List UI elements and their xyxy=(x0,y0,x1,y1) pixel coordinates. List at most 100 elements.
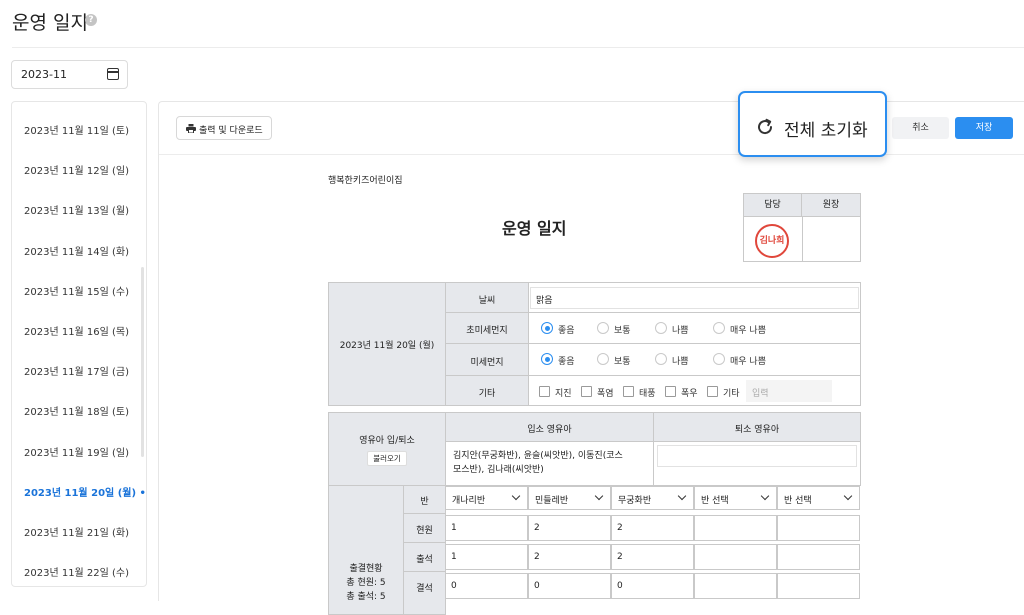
etc-checkbox[interactable] xyxy=(665,386,676,397)
class-select[interactable]: 민들레반 xyxy=(528,486,611,510)
absent-count-input[interactable]: 0 xyxy=(445,573,528,599)
fine-dust-cell: 좋음 보통 나쁨 매우 나쁨 xyxy=(528,343,861,376)
date-list-item[interactable]: 2023년 11월 11일 (토) xyxy=(24,122,129,137)
date-list-item[interactable]: 2023년 11월 15일 (수) xyxy=(24,283,129,298)
date-list-item[interactable]: 2023년 11월 17일 (금) xyxy=(24,363,129,378)
etc-checkbox[interactable] xyxy=(581,386,592,397)
fine-dust-option-label: 좋음 xyxy=(558,357,575,367)
out-children-input[interactable] xyxy=(657,445,857,467)
absent-count-input[interactable]: 0 xyxy=(611,573,694,599)
class-select[interactable]: 무궁화반 xyxy=(611,486,694,510)
class-select[interactable]: 개나리반 xyxy=(445,486,528,510)
save-button[interactable]: 저장 xyxy=(955,117,1013,139)
print-download-label: 출력 및 다운로드 xyxy=(199,126,263,136)
current-count-input[interactable]: 1 xyxy=(445,515,528,541)
ultra-fine-dust-radio[interactable] xyxy=(541,322,553,334)
etc-option-label: 폭염 xyxy=(597,389,614,399)
help-icon[interactable]: ? xyxy=(85,14,97,26)
attend-count-input[interactable]: 2 xyxy=(528,544,611,570)
date-list-item[interactable]: 2023년 11월 20일 (월) • xyxy=(24,484,146,499)
absent-count-input[interactable] xyxy=(694,573,777,599)
absent-count-input[interactable]: 0 xyxy=(528,573,611,599)
fine-dust-header: 미세먼지 xyxy=(445,343,529,376)
class-select-value: 민들레반 xyxy=(535,496,569,506)
printer-icon xyxy=(186,124,196,133)
etc-header: 기타 xyxy=(445,375,529,406)
attend-count-input[interactable]: 2 xyxy=(611,544,694,570)
ultra-fine-dust-option-label: 보통 xyxy=(614,326,631,336)
ultra-fine-dust-header: 초미세먼지 xyxy=(445,312,529,344)
scrollbar[interactable] xyxy=(141,267,144,457)
fine-dust-radio[interactable] xyxy=(541,353,553,365)
current-count-input[interactable]: 2 xyxy=(611,515,694,541)
date-list-item[interactable]: 2023년 11월 12일 (일) xyxy=(24,162,129,177)
attend-count-input[interactable] xyxy=(694,544,777,570)
date-list-item[interactable]: 2023년 11월 18일 (토) xyxy=(24,403,129,418)
weather-input[interactable]: 맑음 xyxy=(530,287,859,309)
calendar-icon[interactable] xyxy=(107,68,119,80)
class-select-value: 무궁화반 xyxy=(618,496,652,506)
approval-col-director: 원장 xyxy=(802,194,860,217)
load-button[interactable]: 불러오기 xyxy=(367,451,407,466)
etc-cell: 지진 폭염 태풍 폭우 기타 입력 xyxy=(528,375,861,406)
date-list-item[interactable]: 2023년 11월 19일 (일) xyxy=(24,444,129,459)
absent-count-value: 0 xyxy=(617,581,623,591)
class-select[interactable]: 반 선택 xyxy=(777,486,860,510)
attend-row-header: 출석 xyxy=(403,542,446,572)
month-picker[interactable]: 2023-11 xyxy=(11,60,128,89)
ultra-fine-dust-cell: 좋음 보통 나쁨 매우 나쁨 xyxy=(528,312,861,344)
cancel-button[interactable]: 취소 xyxy=(892,117,949,139)
inout-cell: 영유아 입/퇴소 불러오기 xyxy=(328,412,446,486)
ultra-fine-dust-radio[interactable] xyxy=(713,322,725,334)
etc-input[interactable]: 입력 xyxy=(746,380,832,402)
current-count-input[interactable]: 2 xyxy=(528,515,611,541)
approval-table: 담당 원장 김나희 xyxy=(743,193,861,262)
date-list-item[interactable]: 2023년 11월 14일 (화) xyxy=(24,243,129,258)
date-list-item[interactable]: 2023년 11월 16일 (목) xyxy=(24,323,129,338)
date-list[interactable]: 2023년 11월 11일 (토) 2023년 11월 12일 (일) 2023년 … xyxy=(11,101,147,587)
current-row-header: 현원 xyxy=(403,513,446,543)
etc-option-label: 태풍 xyxy=(639,389,656,399)
absent-row-header: 결석 xyxy=(403,571,446,615)
out-header-label: 퇴소 영유아 xyxy=(734,425,780,435)
date-list-item[interactable]: 2023년 11월 22일 (수) xyxy=(24,564,129,579)
current-row-label: 현원 xyxy=(416,526,433,536)
attend-count-value: 2 xyxy=(617,552,623,562)
attend-count-value: 2 xyxy=(534,552,540,562)
print-download-button[interactable]: 출력 및 다운로드 xyxy=(176,116,272,140)
ultra-fine-dust-radio[interactable] xyxy=(655,322,667,334)
month-picker-value: 2023-11 xyxy=(21,68,67,81)
attend-count-input[interactable]: 1 xyxy=(445,544,528,570)
date-list-item[interactable]: 2023년 11월 21일 (화) xyxy=(24,524,129,539)
attend-count-value: 1 xyxy=(451,552,457,562)
fine-dust-radio[interactable] xyxy=(597,353,609,365)
current-count-input[interactable] xyxy=(694,515,777,541)
in-children-line-1: 김지안(무궁화반), 윤슬(씨앗반), 이동진(코스 xyxy=(453,451,623,461)
in-children-cell[interactable]: 김지안(무궁화반), 윤슬(씨앗반), 이동진(코스 모스반), 김나래(씨앗반… xyxy=(445,441,654,486)
ultra-fine-dust-option-label: 나쁨 xyxy=(672,326,689,336)
ultra-fine-dust-option-label: 좋음 xyxy=(558,326,575,336)
fine-dust-radio[interactable] xyxy=(655,353,667,365)
chevron-down-icon xyxy=(594,491,604,501)
fine-dust-option-label: 매우 나쁨 xyxy=(730,357,766,367)
current-count-input[interactable] xyxy=(777,515,860,541)
etc-checkbox[interactable] xyxy=(707,386,718,397)
class-row-label: 반 xyxy=(420,497,429,507)
etc-checkbox[interactable] xyxy=(623,386,634,397)
etc-option-label: 기타 xyxy=(723,389,740,399)
fine-dust-radio[interactable] xyxy=(713,353,725,365)
ultra-fine-dust-radio[interactable] xyxy=(597,322,609,334)
refresh-icon xyxy=(758,118,773,135)
divider xyxy=(159,154,1024,155)
reset-all-button[interactable]: 전체 초기화 xyxy=(738,91,887,157)
attendance-total-attend: 총 출석: 5 xyxy=(346,592,386,602)
class-row-header: 반 xyxy=(403,485,446,514)
etc-checkbox[interactable] xyxy=(539,386,550,397)
class-select-value: 개나리반 xyxy=(452,496,486,506)
chevron-down-icon xyxy=(843,491,853,501)
attend-count-input[interactable] xyxy=(777,544,860,570)
class-select[interactable]: 반 선택 xyxy=(694,486,777,510)
absent-count-input[interactable] xyxy=(777,573,860,599)
date-list-item[interactable]: 2023년 11월 13일 (월) xyxy=(24,202,129,217)
date-label: 2023년 11월 20일 (월) xyxy=(339,341,435,351)
